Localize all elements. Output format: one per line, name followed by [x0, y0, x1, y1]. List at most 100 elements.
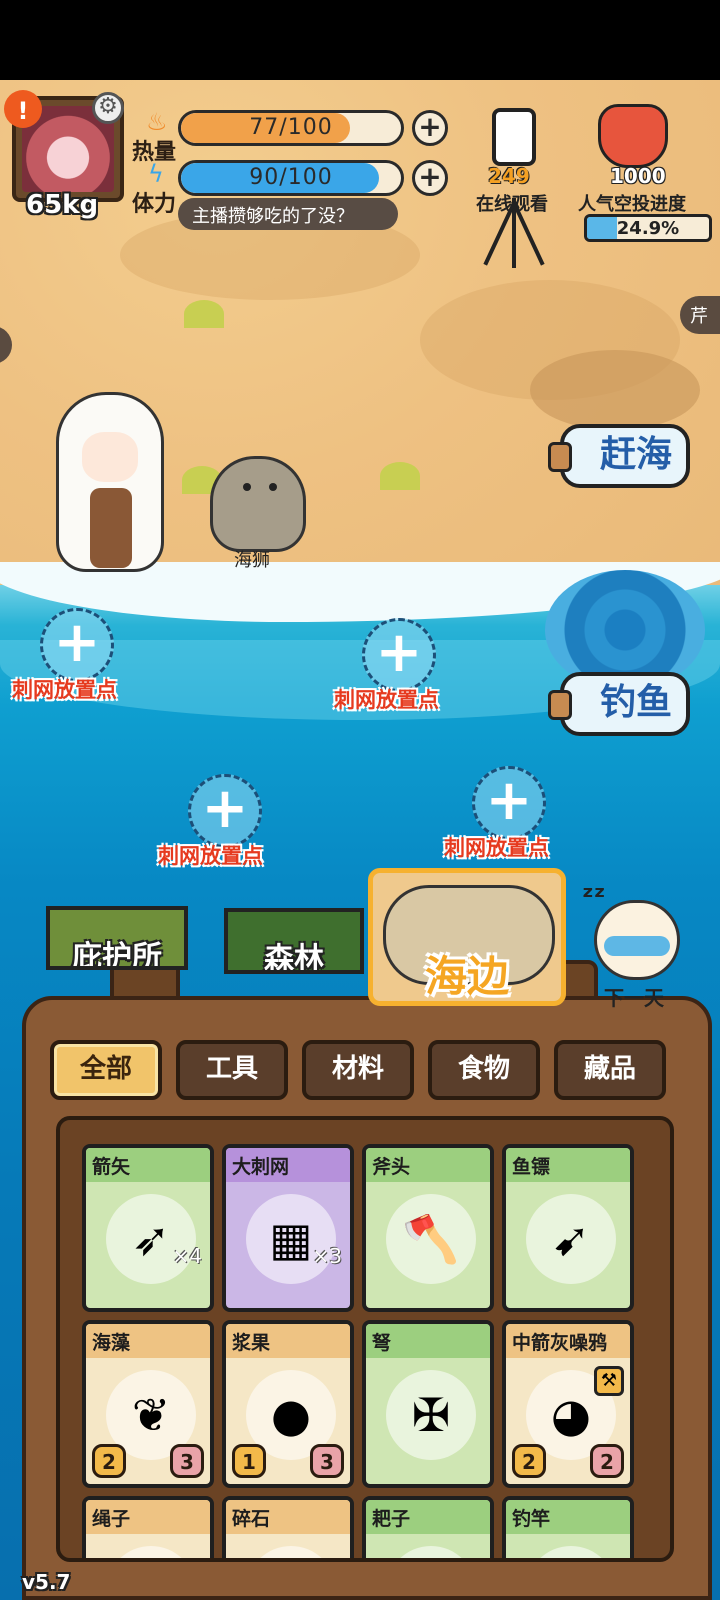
calories-bar: 77/100	[178, 110, 404, 146]
gift-box-icon[interactable]	[598, 104, 668, 168]
tab-all[interactable]: 全部	[50, 1040, 162, 1100]
satiety-badge: 1	[232, 1444, 266, 1478]
beachcomb-button[interactable]: 赶海	[548, 424, 690, 488]
inventory-item[interactable]: 海藻 ❦ 2 3	[82, 1320, 214, 1488]
fire-icon: ♨	[146, 108, 168, 136]
item-name: 大刺网	[226, 1148, 350, 1182]
shovel-icon: ⚒	[594, 1366, 624, 1396]
airdrop-progress-text: 24.9%	[616, 218, 680, 239]
game-screen: ! ⚙ 65kg ♨ 热量 77/100 + ϟ 体力 90/100 + 主播攒…	[0, 0, 720, 1600]
player-character[interactable]	[50, 392, 170, 582]
lightning-icon: ϟ	[148, 160, 164, 188]
stamina-label: 体力	[132, 192, 177, 217]
item-quantity: ×4	[172, 1244, 202, 1268]
rope-icon	[106, 1546, 196, 1558]
location-forest[interactable]: 森林	[224, 908, 364, 974]
inventory-item[interactable]: 大刺网 ▦ ×3	[222, 1144, 354, 1312]
inventory-item[interactable]: 耙子	[362, 1496, 494, 1558]
bottle-cork-icon	[548, 690, 572, 720]
sand-mound	[530, 350, 700, 430]
inventory-item[interactable]: 箭矢 ➶ ×4	[82, 1144, 214, 1312]
side-tab[interactable]: 芹	[680, 296, 720, 334]
character-body	[90, 488, 132, 568]
location-beach[interactable]: 海边	[368, 868, 566, 1006]
player-weight: 65kg	[26, 190, 99, 220]
airdrop-progress-bar: 24.9%	[584, 214, 712, 242]
viewers-label: 在线观看	[476, 194, 548, 215]
tab-materials[interactable]: 材料	[302, 1040, 414, 1100]
net-spot-label: 刺网放置点	[444, 836, 549, 860]
net-icon: ▦	[246, 1194, 336, 1284]
item-quantity: ×3	[312, 1244, 342, 1268]
weight-badge: 3	[310, 1444, 344, 1478]
camera-icon	[492, 108, 536, 166]
stamina-bar: 90/100	[178, 160, 404, 196]
fishing-button[interactable]: 钓鱼	[548, 672, 690, 736]
inventory-item[interactable]: 弩 ✠	[362, 1320, 494, 1488]
tab-collectibles[interactable]: 藏品	[554, 1040, 666, 1100]
fishing-label: 钓鱼	[599, 682, 672, 723]
location-shelter-label: 庇护所	[72, 940, 162, 970]
location-beach-label: 海边	[424, 952, 509, 1001]
axe-icon: 🪓	[386, 1194, 476, 1284]
item-name: 箭矢	[86, 1148, 210, 1182]
calories-value: 77/100	[249, 115, 333, 140]
item-name: 碎石	[226, 1500, 350, 1534]
net-spot-label: 刺网放置点	[158, 844, 263, 868]
beachcomb-label: 赶海	[599, 434, 672, 475]
net-spot-label: 刺网放置点	[12, 678, 117, 702]
npc-name: 海狮	[234, 550, 270, 571]
rock-icon	[246, 1546, 336, 1558]
item-name: 绳子	[86, 1500, 210, 1534]
gear-icon[interactable]: ⚙	[92, 92, 124, 124]
item-name: 弩	[366, 1324, 490, 1358]
grass-tuft	[380, 462, 420, 490]
inventory-item[interactable]: 碎石	[222, 1496, 354, 1558]
seal-eye	[243, 483, 251, 491]
next-day-label: 下一天	[604, 986, 664, 1010]
net-spot-button[interactable]: +	[472, 766, 546, 840]
stamina-value: 90/100	[249, 165, 333, 190]
satiety-badge: 2	[92, 1444, 126, 1478]
inventory-item[interactable]: 斧头 🪓	[362, 1144, 494, 1312]
inventory-item[interactable]: 鱼镖 ➹	[502, 1144, 634, 1312]
chat-bubble: 主播攒够吃的了没？	[178, 198, 398, 230]
airdrop-count: 1000	[610, 164, 666, 188]
add-calories-button[interactable]: +	[412, 110, 448, 146]
grass-tuft	[184, 300, 224, 328]
item-name: 浆果	[226, 1324, 350, 1358]
net-spot-button[interactable]: +	[362, 618, 436, 692]
sleep-mask	[604, 936, 670, 956]
net-spot-button[interactable]: +	[188, 774, 262, 848]
tab-food[interactable]: 食物	[428, 1040, 540, 1100]
inventory-item[interactable]: 钓竿	[502, 1496, 634, 1558]
add-stamina-button[interactable]: +	[412, 160, 448, 196]
inventory-item[interactable]: 绳子	[82, 1496, 214, 1558]
fishing-rod-icon	[526, 1546, 616, 1558]
inventory-item[interactable]: 浆果 ● 1 3	[222, 1320, 354, 1488]
item-name: 耙子	[366, 1500, 490, 1534]
inventory-grid[interactable]: 箭矢 ➶ ×4 大刺网 ▦ ×3 斧头 🪓 鱼镖 ➹ 海藻 ❦ 2 3 浆果 ● 1 3 弩 ✠ 中箭灰噪鸦 ◕ 2 2 ⚒ 绳子…	[56, 1116, 674, 1562]
item-name: 斧头	[366, 1148, 490, 1182]
location-forest-label: 森林	[264, 942, 324, 974]
item-name: 海藻	[86, 1324, 210, 1358]
weight-badge: 2	[590, 1444, 624, 1478]
character-face	[82, 432, 138, 482]
item-name: 鱼镖	[506, 1148, 630, 1182]
viewer-count: 249	[488, 164, 530, 188]
crossbow-icon: ✠	[386, 1370, 476, 1460]
sea-lion-npc[interactable]	[210, 456, 306, 552]
inventory-item[interactable]: 中箭灰噪鸦 ◕ 2 2 ⚒	[502, 1320, 634, 1488]
item-name: 钓竿	[506, 1500, 630, 1534]
exclamation-icon[interactable]: !	[4, 90, 42, 128]
seal-eye	[269, 483, 277, 491]
next-day-button[interactable]: ᶻᶻ 下一天	[582, 880, 720, 1010]
rake-icon	[386, 1546, 476, 1558]
location-shelter[interactable]: 庇护所	[46, 906, 188, 970]
net-spot-label: 刺网放置点	[334, 688, 439, 712]
weight-badge: 3	[170, 1444, 204, 1478]
tab-tools[interactable]: 工具	[176, 1040, 288, 1100]
net-spot-button[interactable]: +	[40, 608, 114, 682]
airdrop-label: 人气空投进度	[578, 194, 686, 215]
item-name: 中箭灰噪鸦	[506, 1324, 630, 1358]
